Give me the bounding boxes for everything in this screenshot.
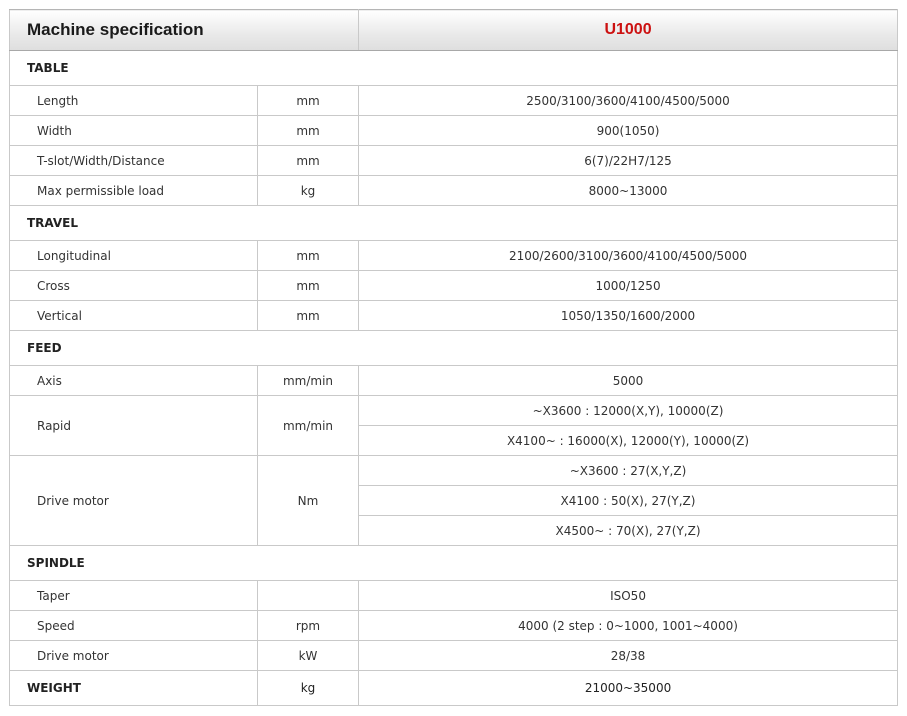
section-row-travel: TRAVEL <box>8 205 899 241</box>
spec-value: 1050/1350/1600/2000 <box>358 300 899 331</box>
table-row: Length mm 2500/3100/3600/4100/4500/5000 <box>9 85 899 116</box>
spec-unit: kg <box>256 175 360 206</box>
spec-name: Cross <box>9 270 258 301</box>
spec-unit: mm <box>256 300 360 331</box>
section-row-feed: FEED <box>8 330 899 366</box>
spec-name: Vertical <box>9 300 258 331</box>
spec-value: 5000 <box>358 365 899 396</box>
spec-unit: mm <box>256 270 360 301</box>
spec-unit: kW <box>256 640 360 671</box>
section-row-spindle: SPINDLE <box>8 545 899 581</box>
spec-value: 21000~35000 <box>358 670 899 706</box>
spec-value: 6(7)/22H7/125 <box>358 145 899 176</box>
table-row: Longitudinal mm 2100/2600/3100/3600/4100… <box>9 240 899 271</box>
spec-value: 2100/2600/3100/3600/4100/4500/5000 <box>358 240 899 271</box>
spec-value: X4100~ : 16000(X), 12000(Y), 10000(Z) <box>358 425 899 456</box>
spec-name: Width <box>9 115 258 146</box>
spec-value: ISO50 <box>358 580 899 611</box>
page-title: Machine specification <box>8 9 360 51</box>
spec-unit: rpm <box>256 610 360 641</box>
spec-value: 2500/3100/3600/4100/4500/5000 <box>358 85 899 116</box>
table-row: T-slot/Width/Distance mm 6(7)/22H7/125 <box>9 145 899 176</box>
spec-name: Max permissible load <box>9 175 258 206</box>
machine-spec-table: Machine specification U1000 TABLE Length… <box>8 9 899 706</box>
table-row: Drive motor kW 28/38 <box>9 640 899 671</box>
table-row: Max permissible load kg 8000~13000 <box>9 175 899 206</box>
spec-name: Speed <box>9 610 258 641</box>
spec-unit: mm <box>256 240 360 271</box>
table-row: Taper ISO50 <box>9 580 899 611</box>
spec-value: 1000/1250 <box>358 270 899 301</box>
spec-value: 4000 (2 step : 0~1000, 1001~4000) <box>358 610 899 641</box>
spec-name: Longitudinal <box>9 240 258 271</box>
spec-unit: mm <box>256 145 360 176</box>
model-name: U1000 <box>358 9 899 51</box>
spec-name: Drive motor <box>9 640 258 671</box>
section-label: TABLE <box>8 50 899 86</box>
spec-value: 900(1050) <box>358 115 899 146</box>
spec-table-container: Machine specification U1000 TABLE Length… <box>8 9 899 706</box>
spec-name: Rapid <box>9 395 258 456</box>
spec-unit: mm <box>256 85 360 116</box>
section-row-weight: WEIGHT kg 21000~35000 <box>9 670 899 706</box>
spec-unit: Nm <box>256 455 360 546</box>
spec-value: ~X3600 : 27(X,Y,Z) <box>358 455 899 486</box>
section-label: SPINDLE <box>8 545 899 581</box>
spec-value: 28/38 <box>358 640 899 671</box>
spec-value: X4500~ : 70(X), 27(Y,Z) <box>358 515 899 546</box>
spec-name: Length <box>9 85 258 116</box>
table-header-row: Machine specification U1000 <box>8 9 899 51</box>
section-label: WEIGHT <box>9 670 258 706</box>
spec-value: X4100 : 50(X), 27(Y,Z) <box>358 485 899 516</box>
spec-unit: mm <box>256 115 360 146</box>
spec-unit: mm/min <box>256 395 360 456</box>
spec-name: Drive motor <box>9 455 258 546</box>
spec-name: Taper <box>9 580 258 611</box>
spec-name: T-slot/Width/Distance <box>9 145 258 176</box>
table-row: Width mm 900(1050) <box>9 115 899 146</box>
table-row: Axis mm/min 5000 <box>9 365 899 396</box>
section-row-table: TABLE <box>8 50 899 86</box>
spec-value: 8000~13000 <box>358 175 899 206</box>
spec-value: ~X3600 : 12000(X,Y), 10000(Z) <box>358 395 899 426</box>
spec-unit <box>256 580 360 611</box>
section-label: FEED <box>8 330 899 366</box>
table-row: Speed rpm 4000 (2 step : 0~1000, 1001~40… <box>9 610 899 641</box>
table-row: Rapid mm/min ~X3600 : 12000(X,Y), 10000(… <box>9 395 899 456</box>
section-label: TRAVEL <box>8 205 899 241</box>
spec-unit: kg <box>256 670 360 706</box>
table-row: Drive motor Nm ~X3600 : 27(X,Y,Z) <box>9 455 899 546</box>
table-row: Vertical mm 1050/1350/1600/2000 <box>9 300 899 331</box>
spec-name: Axis <box>9 365 258 396</box>
table-row: Cross mm 1000/1250 <box>9 270 899 301</box>
spec-unit: mm/min <box>256 365 360 396</box>
